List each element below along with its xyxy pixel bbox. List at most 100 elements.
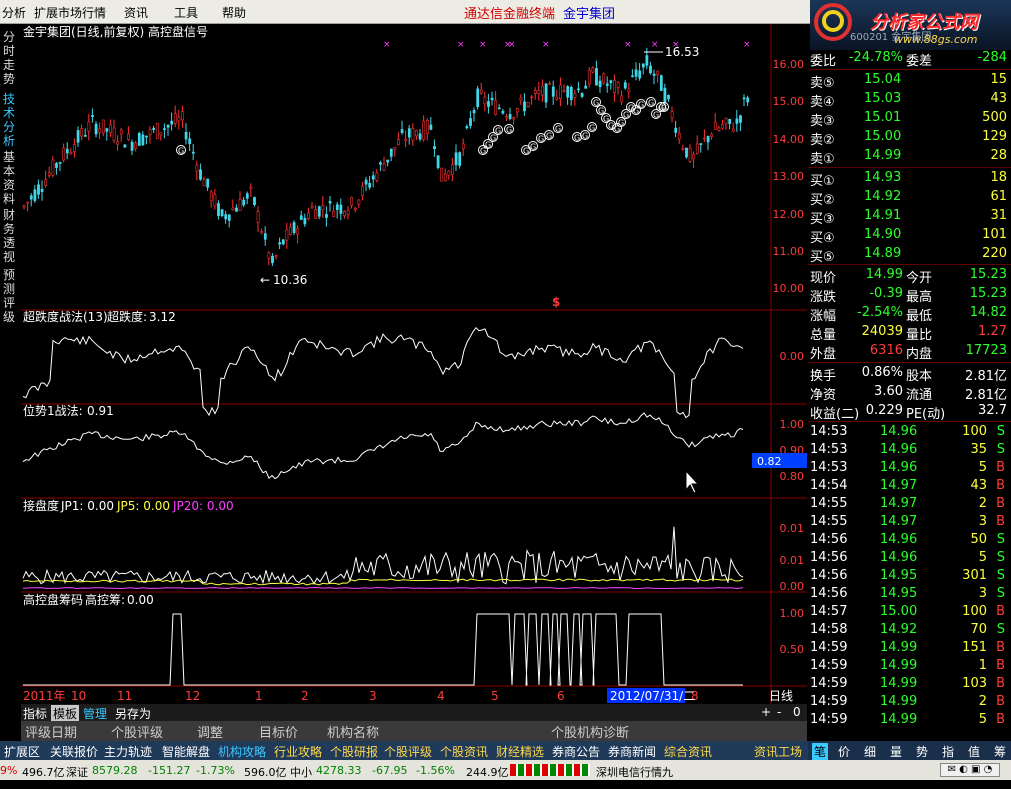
divider — [808, 69, 1011, 70]
g-signal-label: G — [638, 101, 644, 110]
candle-body — [389, 148, 393, 157]
candle-body — [551, 86, 555, 97]
stock-title: 金宇集团 — [563, 7, 616, 22]
status-sme-amount: 244.9亿 — [466, 766, 509, 779]
col-target-price[interactable]: 目标价 — [259, 722, 298, 741]
menu-info[interactable]: 资讯 — [124, 4, 148, 21]
tab-indicator[interactable]: 指标 — [23, 705, 47, 722]
zoom-out-button[interactable]: - — [777, 705, 781, 719]
func-button[interactable]: 券商新闻 — [608, 743, 656, 760]
candle-body — [537, 90, 541, 95]
tick-time: 14:59 — [810, 658, 848, 673]
tray-icons[interactable]: ✉ ◐ ▣ ◔ — [940, 763, 1000, 777]
ind4-label: 高控筹: — [85, 592, 125, 607]
quote-tab-button[interactable]: 细 — [864, 743, 876, 760]
tick-side: S — [996, 622, 1005, 637]
side-tab-financials[interactable]: 财务透视 — [3, 208, 18, 264]
zoom-in-button[interactable]: + — [761, 705, 771, 719]
stat-value: 6316 — [869, 343, 903, 358]
candle-body — [335, 204, 339, 210]
col-institution[interactable]: 机构名称 — [327, 722, 379, 741]
tick-price: 14.99 — [880, 640, 918, 655]
candle-body — [173, 113, 177, 124]
candle-body — [256, 211, 260, 224]
stat-value: 1.27 — [978, 324, 1007, 339]
candle-body — [278, 242, 282, 245]
col-rating-date[interactable]: 评级日期 — [25, 722, 77, 741]
sell-label: 卖② — [810, 133, 835, 148]
quote-tab-button[interactable]: 量 — [890, 743, 902, 760]
func-button[interactable]: 个股研报 — [330, 743, 378, 760]
func-button[interactable]: 关联报价 — [50, 743, 98, 760]
tab-template[interactable]: 模板 — [51, 705, 80, 722]
tick-side: B — [996, 676, 1005, 691]
col-diagnosis[interactable]: 个股机构诊断 — [551, 722, 629, 741]
candle-body — [713, 121, 717, 130]
side-tab-technical[interactable]: 技术分析 — [3, 92, 18, 148]
quote-tab-button[interactable]: 筹 — [994, 743, 1006, 760]
quote-tab-button[interactable]: 值 — [968, 743, 980, 760]
func-button[interactable]: 个股资讯 — [440, 743, 488, 760]
period-label[interactable]: 日线 — [769, 689, 793, 703]
chart-svg[interactable]: 16.00 15.00 14.00 13.00 12.00 11.00 10.0… — [21, 24, 807, 704]
func-button[interactable]: 扩展区 — [4, 743, 40, 760]
candle-body — [109, 124, 112, 133]
menu-tools[interactable]: 工具 — [174, 4, 198, 21]
tick-price: 14.96 — [880, 550, 918, 565]
status-sz-change: -151.27 — [148, 764, 191, 777]
func-button[interactable]: 主力轨迹 — [104, 743, 152, 760]
func-button[interactable]: 综合资讯 — [664, 743, 712, 760]
menu-analysis[interactable]: 分析 — [2, 4, 26, 21]
tab-manage[interactable]: 管理 — [83, 705, 107, 722]
x-axis-label: 6 — [557, 689, 565, 703]
side-tab-forecast[interactable]: 预测评级 — [3, 268, 18, 324]
sell-label: 卖③ — [810, 114, 835, 129]
side-tab-intraday[interactable]: 分时走势 — [3, 30, 18, 86]
tick-time: 14:53 — [810, 442, 848, 457]
candle-body — [123, 144, 127, 148]
ind1-label: 超跌度: — [107, 309, 147, 324]
quote-row: 14:53 14.96 100 S — [808, 424, 1011, 442]
fin-value: 3.60 — [874, 384, 903, 399]
candle-body — [407, 128, 411, 138]
func-button[interactable]: 财经精选 — [496, 743, 544, 760]
quote-row: 收益(二) 0.229 PE(动) 32.7 — [808, 403, 1011, 422]
candle-body — [602, 73, 606, 84]
g-signal-label: G — [574, 134, 580, 143]
chart-area[interactable]: 16.00 15.00 14.00 13.00 12.00 11.00 10.0… — [21, 24, 807, 704]
quote-tab-button[interactable]: 价 — [838, 743, 850, 760]
stat-value: -2.54% — [857, 305, 903, 320]
buy-price: 14.93 — [864, 170, 902, 185]
func-button[interactable]: 个股评级 — [384, 743, 432, 760]
menu-help[interactable]: 帮助 — [222, 4, 246, 21]
func-button[interactable]: 智能解盘 — [162, 743, 210, 760]
func-button[interactable]: 券商公告 — [552, 743, 600, 760]
tick-time: 14:59 — [810, 712, 848, 727]
tab-save-as[interactable]: 另存为 — [115, 705, 151, 722]
func-button[interactable]: 资讯工场 — [754, 743, 802, 760]
zoom-reset-button[interactable]: 0 — [793, 705, 801, 719]
tick-price: 15.00 — [880, 604, 918, 619]
candle-body — [371, 175, 375, 180]
candle-body — [245, 193, 249, 199]
func-button[interactable]: 机构攻略 — [218, 743, 266, 760]
func-button[interactable]: 行业攻略 — [274, 743, 322, 760]
quote-tab-button[interactable]: 势 — [916, 743, 928, 760]
quote-tab-button[interactable]: 指 — [942, 743, 954, 760]
col-stock-rating[interactable]: 个股评级 — [111, 722, 163, 741]
candle-body — [76, 130, 80, 143]
ind1-tick: 0.00 — [780, 350, 805, 363]
candle-body — [425, 120, 429, 134]
candle-body — [613, 80, 616, 94]
col-adjust[interactable]: 调整 — [197, 722, 223, 741]
quote-row: 买⑤ 14.89 220 — [808, 246, 1011, 265]
side-tab-fundamentals[interactable]: 基本资料 — [3, 150, 18, 206]
fin-value: 0.86% — [861, 365, 903, 380]
menu-extended-market[interactable]: 扩展市场行情 — [34, 4, 106, 21]
candle-body — [148, 129, 152, 136]
candle-body — [515, 108, 519, 113]
candle-body — [65, 148, 69, 154]
candle-body — [361, 185, 364, 196]
quote-tab-button[interactable]: 笔 — [812, 743, 829, 760]
candle-body — [634, 69, 638, 77]
